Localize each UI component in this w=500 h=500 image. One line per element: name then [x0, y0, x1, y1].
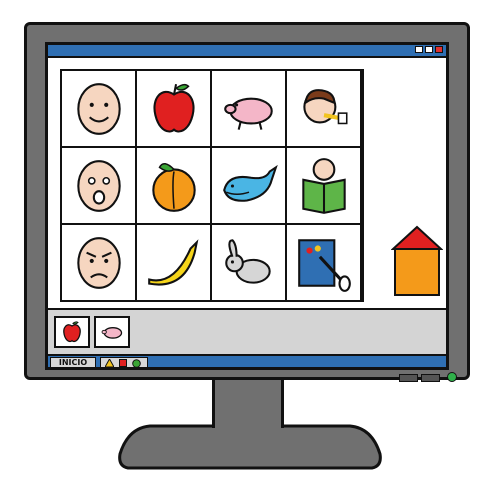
- screen: INICIO: [45, 42, 449, 370]
- grid-cell[interactable]: [137, 225, 210, 300]
- monitor-control-button[interactable]: [421, 374, 440, 382]
- monitor-stand-base: [118, 424, 382, 470]
- taskbar: INICIO: [48, 356, 446, 367]
- painting-icon: [297, 238, 351, 292]
- tray-item[interactable]: [54, 316, 90, 348]
- whale-icon: [222, 164, 278, 202]
- scared-face-icon: [76, 159, 121, 212]
- grid-cell[interactable]: [137, 71, 210, 146]
- triangle-icon: [105, 359, 114, 367]
- person-eating-icon: [302, 88, 348, 124]
- house-shape-icon[interactable]: [391, 225, 443, 297]
- grid-cell[interactable]: [287, 148, 360, 223]
- grid-cell[interactable]: [62, 148, 135, 223]
- happy-face-icon: [76, 82, 121, 135]
- grid-cell[interactable]: [287, 71, 360, 146]
- circle-icon: [132, 359, 141, 367]
- grid-cell[interactable]: [212, 71, 285, 146]
- sentence-tray: [48, 308, 446, 356]
- minimize-button[interactable]: [415, 46, 423, 53]
- apple-icon: [63, 321, 81, 343]
- child-reading-icon: [301, 157, 346, 214]
- start-button[interactable]: INICIO: [50, 357, 96, 367]
- window-titlebar[interactable]: [48, 45, 446, 58]
- monitor-control-button[interactable]: [399, 374, 418, 382]
- pictogram-grid: [60, 69, 364, 302]
- tray-item[interactable]: [94, 316, 130, 348]
- angry-face-icon: [76, 236, 121, 289]
- grid-cell[interactable]: [212, 148, 285, 223]
- grid-cell[interactable]: [62, 225, 135, 300]
- grid-cell[interactable]: [287, 225, 360, 300]
- pig-icon: [101, 327, 123, 339]
- close-button[interactable]: [435, 46, 443, 53]
- monitor-stand-neck: [212, 380, 284, 428]
- rabbit-icon: [224, 238, 271, 284]
- square-icon: [119, 359, 127, 367]
- taskbar-shapes[interactable]: [100, 357, 148, 367]
- monitor: INICIO: [24, 22, 470, 382]
- banana-icon: [147, 238, 198, 286]
- apple-icon: [152, 83, 195, 133]
- peach-icon: [151, 162, 196, 212]
- pig-icon: [223, 97, 273, 130]
- grid-cell[interactable]: [62, 71, 135, 146]
- grid-cell[interactable]: [212, 225, 285, 300]
- power-button[interactable]: [447, 372, 457, 382]
- maximize-button[interactable]: [425, 46, 433, 53]
- grid-cell[interactable]: [137, 148, 210, 223]
